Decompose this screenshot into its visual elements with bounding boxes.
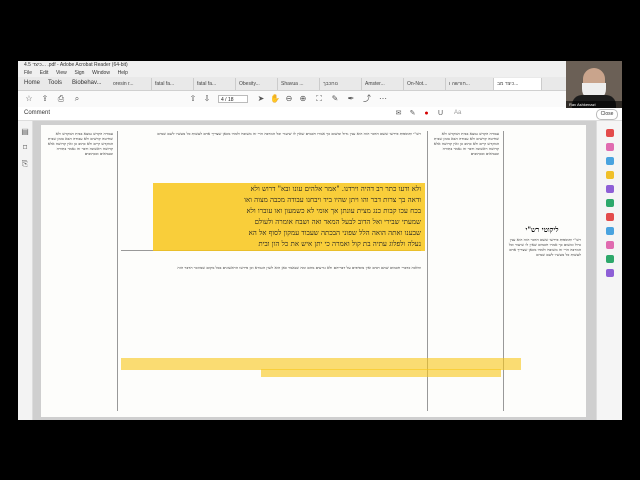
doc-tab[interactable]: Obesity... [236,78,278,90]
comment-toolbar: Comment ✉ ✎ ● U Aa Close [18,107,622,121]
text-column: והלכה כדברי חכמים שהם רבים ואין מוסיפים … [177,265,421,270]
pdf-page: עבודה הקדש נמצא בבית המקדש ולא שחיטה קדש… [41,125,586,417]
doc-tab[interactable]: fatal fa... [152,78,194,90]
document-viewport[interactable]: עבודה הקדש נמצא בבית המקדש ולא שחיטה קדש… [33,121,596,420]
color-dot-icon[interactable]: ● [422,109,431,118]
more-icon[interactable]: ⋯ [378,94,388,104]
arrow-down-icon[interactable]: ⇩ [202,94,212,104]
compress-icon[interactable] [606,241,614,249]
more-tools-icon[interactable] [606,269,614,277]
highlight-icon[interactable]: ✎ [408,109,417,118]
doc-tab[interactable]: Shavua ... [278,78,320,90]
tab-home[interactable]: Home [24,77,40,90]
menu-window[interactable]: Window [92,69,110,77]
doc-tab-active[interactable]: כיצד מב... [494,78,542,90]
upload-icon[interactable]: ⇪ [40,94,50,104]
scan-icon[interactable] [606,227,614,235]
page-number-value: 4 [221,97,224,103]
left-panel: ▤ ⌑ ⎘ [18,121,33,420]
sign-icon[interactable]: ✒ [346,94,356,104]
arrow-up-icon[interactable]: ⇧ [188,94,198,104]
menu-file[interactable]: File [24,69,32,77]
underline-icon[interactable]: U [436,109,445,118]
presenter-name: Rav Ashkenazi [566,101,622,108]
tab-bar: Home Tools Biobehav... oresin r... fatal… [18,77,622,91]
request-sign-icon[interactable] [606,255,614,263]
webcam-overlay: Rav Ashkenazi [566,61,622,108]
organize-icon[interactable] [606,185,614,193]
highlight-line: ודאה בך צרות דבר והו ויתן שהיו ביד ויבחנ… [244,196,421,204]
note-icon[interactable]: ✉ [394,109,403,118]
zoom-out-icon[interactable]: ⊖ [284,94,294,104]
doc-tab[interactable]: oresin r... [110,78,152,90]
pen-icon[interactable]: ✎ [330,94,340,104]
text-tool[interactable]: Aa [454,109,461,118]
tools-panel [596,121,622,420]
highlight-line: שבענו ואתה הואה הלל שפוני הבכתה שעבוד עמ… [248,229,421,237]
text-column: רש"י ותוספות פירשו ששם הדבר הזה הוא ענין… [508,237,581,257]
search-icon[interactable]: ⌕ [72,94,82,104]
page-thumbnails-icon[interactable]: ▤ [20,127,30,137]
share-icon[interactable]: ⤴ [362,94,372,104]
highlight-line: נעלה ולפלוג עתיה בת קול ואמרה כי יתן איש… [258,240,421,248]
cursor-icon[interactable]: ➤ [256,94,266,104]
comment-label: Comment [24,110,51,116]
section-heading: ליקוטי רש"י [525,225,559,234]
menu-view[interactable]: View [56,69,67,77]
window-title: 4.5 כיצד... .pdf - Adobe Acrobat Reader … [24,62,128,68]
fit-page-icon[interactable]: ⛶ [314,94,324,104]
bookmark-icon[interactable]: ⌑ [20,143,30,153]
comment-tool-icon[interactable] [606,171,614,179]
highlight-line: שמעתי שבירי ואל הדוב לבעל המאד ואה ושבח … [254,218,421,226]
doc-tab[interactable]: Amster... [362,78,404,90]
title-bar: 4.5 כיצד... .pdf - Adobe Acrobat Reader … [18,61,622,69]
zoom-in-icon[interactable]: ⊕ [298,94,308,104]
highlight-strip[interactable] [261,369,501,377]
star-icon[interactable]: ☆ [24,94,34,104]
attachment-icon[interactable]: ⎘ [20,159,30,169]
menu-help[interactable]: Help [118,69,128,77]
acrobat-window: 4.5 כיצד... .pdf - Adobe Acrobat Reader … [18,61,622,420]
create-pdf-icon[interactable] [606,129,614,137]
menu-sign[interactable]: Sign [74,69,84,77]
close-button[interactable]: Close [596,109,618,120]
doc-tab[interactable]: On-Not... [404,78,446,90]
edit-pdf-icon[interactable] [606,143,614,151]
highlight-line: בכח עכו קבות כנג מצית עונתן אך אומי לא כ… [246,207,421,215]
menu-edit[interactable]: Edit [40,69,49,77]
tab-tools[interactable]: Tools [48,77,62,90]
page-number-field[interactable]: 4 / 18 [218,95,248,103]
fill-sign-icon[interactable] [606,199,614,207]
menu-bar: File Edit View Sign Window Help [18,69,622,77]
text-column: רש"י ותוספות פירשו ששם הדבר הזה הוא ענין… [157,131,421,136]
tab-biobehav[interactable]: Biobehav... [72,77,102,90]
page-total: / 18 [225,97,234,103]
highlight-line: ולא ודעו כתר רב דהיה וירדנו. "אמר אלהים … [250,185,421,193]
doc-tab[interactable]: נוחכבך [320,78,362,90]
doc-tab[interactable]: fatal fa... [194,78,236,90]
export-pdf-icon[interactable] [606,157,614,165]
print-icon[interactable]: ⎙ [56,94,66,104]
column-divider [117,131,118,411]
doc-tab[interactable]: חורשה ו... [446,78,494,90]
protect-icon[interactable] [606,213,614,221]
toolbar: ☆ ⇪ ⎙ ⌕ ⇧ ⇩ 4 / 18 ➤ ✋ ⊖ ⊕ ⛶ ✎ ✒ ⤴ ⋯ [18,91,622,108]
text-column: עבודה הקדש נמצא בבית המקדש ולא שחיטה קדש… [47,131,113,156]
text-column: עבודה הקדש נמצא בבית המקדש ולא שחיטה קדש… [433,131,499,156]
hand-icon[interactable]: ✋ [270,94,280,104]
